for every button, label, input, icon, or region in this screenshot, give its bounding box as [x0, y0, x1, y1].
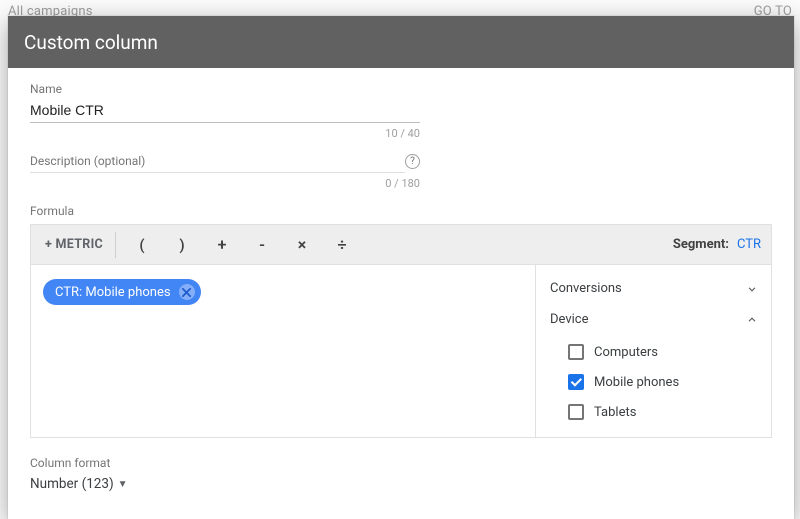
modal-header: Custom column: [8, 16, 794, 68]
modal-title: Custom column: [24, 31, 158, 54]
description-counter: 0 / 180: [30, 177, 420, 190]
description-label: Description (optional): [30, 154, 405, 173]
column-format-select[interactable]: Number (123) ▼: [30, 476, 772, 492]
op-minus[interactable]: -: [242, 235, 282, 254]
op-times[interactable]: ×: [282, 235, 322, 254]
name-field: Name 10 / 40: [30, 82, 772, 140]
metric-chip-label: CTR: Mobile phones: [55, 285, 171, 300]
formula-canvas[interactable]: CTR: Mobile phones: [31, 265, 535, 437]
segment-panel: Conversions Device Computers: [535, 265, 771, 437]
op-divide[interactable]: ÷: [322, 235, 362, 254]
metric-chip[interactable]: CTR: Mobile phones: [43, 279, 201, 305]
add-metric-button[interactable]: + METRIC: [37, 231, 111, 258]
device-option-tablets[interactable]: Tablets: [568, 397, 763, 427]
column-format-label: Column format: [30, 456, 772, 470]
segment-conversions-label: Conversions: [550, 281, 622, 296]
dropdown-icon: ▼: [118, 479, 128, 490]
device-option-label: Mobile phones: [594, 375, 679, 390]
description-field: Description (optional) ? 0 / 180: [30, 154, 772, 190]
checkbox-icon: [568, 344, 584, 360]
device-options: Computers Mobile phones Tablets: [546, 335, 763, 429]
op-rparen[interactable]: ): [162, 236, 202, 254]
segment-device[interactable]: Device: [546, 304, 763, 335]
segment-conversions[interactable]: Conversions: [546, 273, 763, 304]
formula-box: + METRIC ( ) + - × ÷ Segment: CTR CTR: M…: [30, 224, 772, 438]
device-option-mobile-phones[interactable]: Mobile phones: [568, 367, 763, 397]
custom-column-modal: Custom column Name 10 / 40 Description (…: [8, 16, 794, 519]
checkbox-icon: [568, 404, 584, 420]
op-lparen[interactable]: (: [122, 236, 162, 254]
column-format-value: Number (123): [30, 476, 114, 492]
name-label: Name: [30, 82, 772, 96]
name-counter: 10 / 40: [30, 127, 420, 140]
device-option-label: Computers: [594, 345, 658, 360]
checkbox-checked-icon: [568, 374, 584, 390]
formula-label: Formula: [30, 204, 772, 218]
name-input[interactable]: [30, 98, 420, 123]
column-format-field: Column format Number (123) ▼: [30, 456, 772, 492]
help-icon[interactable]: ?: [405, 154, 420, 169]
chip-remove-icon[interactable]: [179, 284, 195, 300]
toolbar-separator: [115, 232, 116, 258]
device-option-computers[interactable]: Computers: [568, 337, 763, 367]
op-plus[interactable]: +: [202, 235, 242, 254]
chevron-down-icon: [745, 282, 759, 296]
segment-indicator: Segment: CTR: [673, 237, 761, 252]
segment-label: Segment:: [673, 237, 729, 252]
chevron-up-icon: [745, 313, 759, 327]
segment-value[interactable]: CTR: [737, 237, 761, 252]
segment-device-label: Device: [550, 312, 589, 327]
formula-toolbar: + METRIC ( ) + - × ÷ Segment: CTR: [31, 225, 771, 265]
device-option-label: Tablets: [594, 405, 636, 420]
